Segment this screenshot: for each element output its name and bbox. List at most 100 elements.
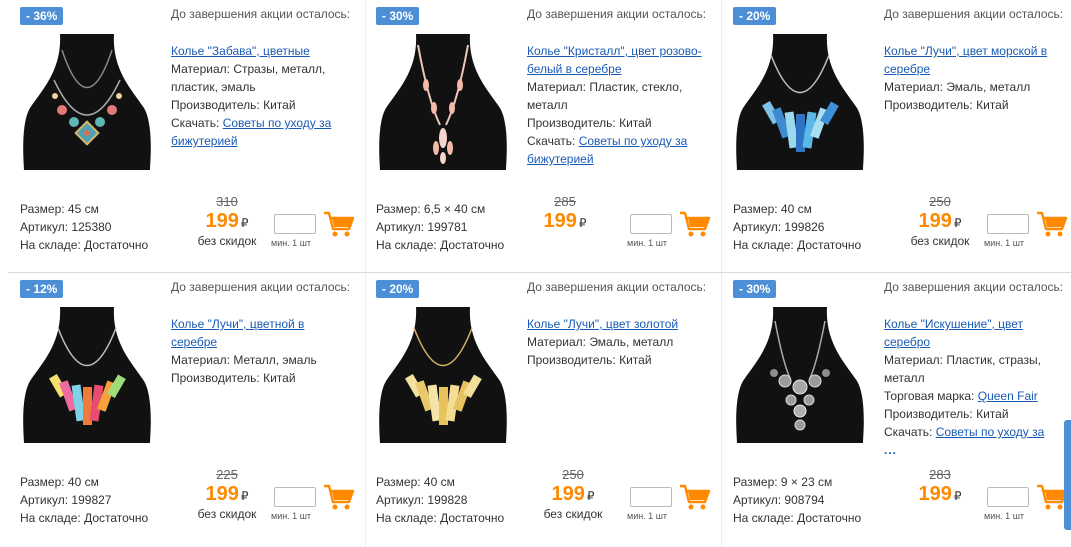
promo-timer-label: До завершения акции осталось: — [527, 7, 707, 21]
product-info: Колье "Кристалл", цвет розово-белый в се… — [527, 42, 707, 168]
size-label: Размер: — [20, 202, 65, 216]
quantity-input[interactable] — [274, 214, 316, 234]
price-block: 285 199 ₽ — [522, 194, 608, 234]
product-meta: Размер: 6,5 × 40 см Артикул: 199781 На с… — [376, 200, 504, 254]
article-label: Артикул: — [376, 493, 425, 507]
quantity-input[interactable] — [630, 487, 672, 507]
old-price: 310 — [216, 194, 238, 209]
price-block: 225 199 ₽ без скидок — [184, 467, 270, 521]
care-tips-link[interactable]: Советы по уходу за — [936, 425, 1045, 439]
product-card: - 30% До завершения акции осталось: Коль… — [372, 0, 722, 270]
stock-value: Достаточно — [440, 511, 505, 525]
maker-value: Китай — [619, 116, 652, 130]
stock-value: Достаточно — [797, 238, 862, 252]
size-value: 9 × 23 см — [780, 475, 833, 489]
product-info: Колье "Искушение", цвет серебро Материал… — [884, 315, 1064, 459]
side-scroll-tab[interactable] — [1064, 420, 1071, 530]
add-to-cart-button[interactable] — [679, 483, 711, 511]
discount-badge: - 30% — [733, 280, 777, 298]
old-price: 250 — [929, 194, 951, 209]
material-value: Эмаль, металл — [589, 335, 674, 349]
promo-timer-label: До завершения акции осталось: — [171, 280, 351, 294]
price-block: 310 199 ₽ без скидок — [184, 194, 270, 248]
discount-badge: - 30% — [376, 7, 420, 25]
more-ellipsis[interactable]: ... — [884, 443, 897, 457]
stock-value: Достаточно — [797, 511, 862, 525]
product-info: Колье "Забава", цветные Материал: Стразы… — [171, 42, 351, 150]
necklace-image — [23, 307, 151, 443]
product-title-link[interactable]: Колье "Забава", цветные — [171, 44, 310, 58]
brand-link[interactable]: Queen Fair — [978, 389, 1038, 403]
current-price: 199 — [551, 483, 585, 505]
material-label: Материал: — [884, 80, 943, 94]
necklace-image — [379, 34, 507, 170]
stock-label: На складе: — [20, 238, 81, 252]
price-block: 250 199 ₽ без скидок — [530, 467, 616, 521]
material-value: Эмаль, металл — [946, 80, 1031, 94]
price-block: 250 199 ₽ без скидок — [897, 194, 983, 248]
product-image[interactable] — [22, 30, 152, 170]
maker-label: Производитель: — [884, 407, 973, 421]
add-to-cart-button[interactable] — [1036, 210, 1068, 238]
discount-badge: - 36% — [20, 7, 64, 25]
stock-label: На складе: — [376, 511, 437, 525]
maker-value: Китай — [619, 353, 652, 367]
article-value: 199827 — [71, 493, 112, 507]
add-to-cart-button[interactable] — [679, 210, 711, 238]
product-title-link[interactable]: Колье "Кристалл", цвет розово-белый в се… — [527, 44, 702, 76]
min-qty-note: мин. 1 шт — [627, 238, 668, 248]
product-image[interactable] — [378, 30, 508, 170]
old-price: 250 — [562, 467, 584, 482]
quantity-input[interactable] — [274, 487, 316, 507]
stock-value: Достаточно — [84, 238, 149, 252]
maker-label: Производитель: — [884, 98, 973, 112]
size-label: Размер: — [376, 202, 421, 216]
old-price: 225 — [216, 467, 238, 482]
product-image[interactable] — [735, 303, 865, 443]
product-image[interactable] — [735, 30, 865, 170]
material-label: Материал: — [527, 80, 586, 94]
product-title-link[interactable]: Колье "Лучи", цвет золотой — [527, 317, 678, 331]
size-value: 40 см — [67, 475, 99, 489]
stock-label: На складе: — [733, 511, 794, 525]
product-title-link[interactable]: Колье "Лучи", цвет морской в серебре — [884, 44, 1047, 76]
product-image[interactable] — [22, 303, 152, 443]
quantity-input[interactable] — [987, 487, 1029, 507]
currency-sign: ₽ — [240, 216, 249, 230]
promo-timer-label: До завершения акции осталось: — [527, 280, 707, 294]
current-price: 199 — [205, 210, 239, 232]
product-meta: Размер: 40 см Артикул: 199828 На складе:… — [376, 473, 504, 527]
no-discount-note: без скидок — [197, 507, 257, 521]
currency-sign: ₽ — [578, 216, 587, 230]
product-title-link[interactable]: Колье "Лучи", цветной в серебре — [171, 317, 304, 349]
promo-timer-label: До завершения акции осталось: — [884, 280, 1064, 294]
current-price: 199 — [205, 483, 239, 505]
size-value: 40 см — [780, 202, 812, 216]
quantity-input[interactable] — [630, 214, 672, 234]
add-to-cart-button[interactable] — [323, 210, 355, 238]
material-value: Металл, эмаль — [233, 353, 317, 367]
brand-label: Торговая марка: — [884, 389, 975, 403]
cart-icon — [680, 211, 711, 237]
maker-value: Китай — [976, 407, 1009, 421]
current-price: 199 — [543, 210, 577, 232]
product-card: - 20% До завершения акции осталось: Коль… — [372, 273, 722, 543]
product-card: - 30% До завершения акции осталось: Коль… — [729, 273, 1071, 543]
product-info: Колье "Лучи", цвет золотой Материал: Эма… — [527, 315, 707, 369]
maker-value: Китай — [263, 371, 296, 385]
maker-label: Производитель: — [171, 98, 260, 112]
maker-label: Производитель: — [527, 353, 616, 367]
old-price: 283 — [929, 467, 951, 482]
quantity-input[interactable] — [987, 214, 1029, 234]
product-image[interactable] — [378, 303, 508, 443]
add-to-cart-button[interactable] — [323, 483, 355, 511]
no-discount-note: без скидок — [197, 234, 257, 248]
stock-value: Достаточно — [84, 511, 149, 525]
product-title-link[interactable]: Колье "Искушение", цвет серебро — [884, 317, 1023, 349]
product-info: Колье "Лучи", цветной в серебре Материал… — [171, 315, 351, 387]
material-label: Материал: — [884, 353, 943, 367]
article-label: Артикул: — [733, 220, 782, 234]
download-label: Скачать: — [527, 134, 576, 148]
maker-value: Китай — [263, 98, 296, 112]
size-value: 40 см — [423, 475, 455, 489]
